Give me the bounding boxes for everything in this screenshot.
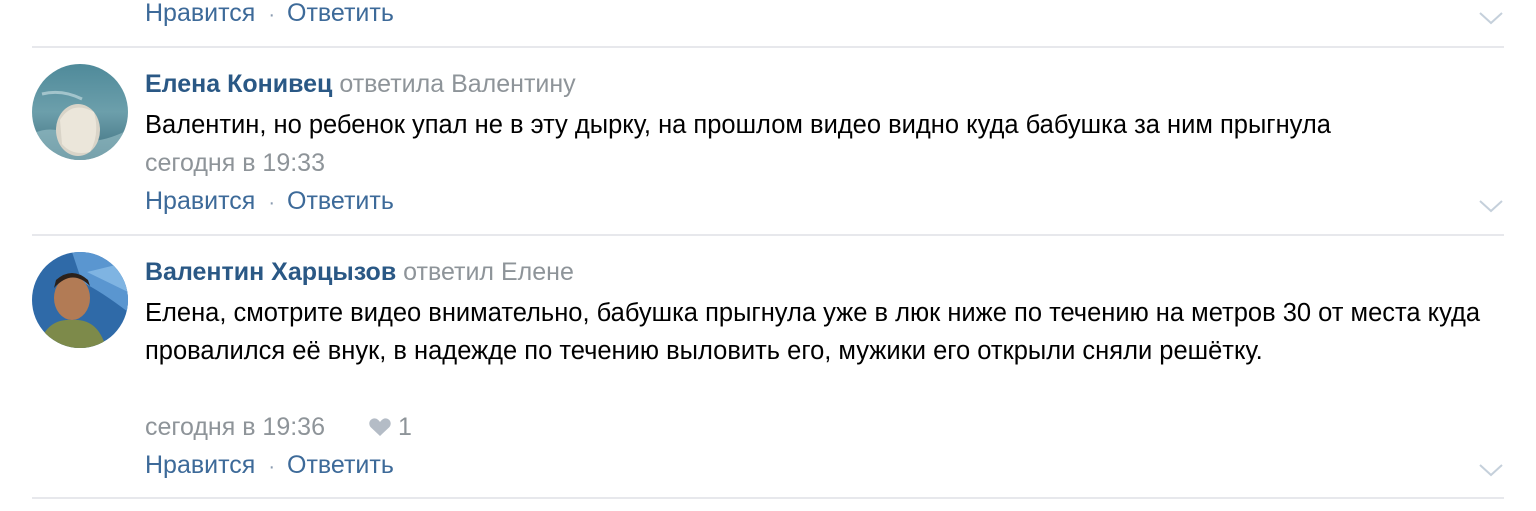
- like-button[interactable]: Нравится: [145, 451, 255, 479]
- avatar[interactable]: [32, 64, 128, 160]
- divider: [32, 234, 1504, 236]
- chevron-down-icon[interactable]: [1478, 11, 1504, 25]
- comment-header: Валентин Харцызов ответил Елене: [145, 256, 574, 288]
- reply-to-label[interactable]: ответил Елене: [403, 258, 574, 286]
- comment-timestamp[interactable]: сегодня в 19:36: [145, 413, 325, 441]
- like-button[interactable]: Нравится: [145, 187, 255, 215]
- comment-meta: сегодня в 19:33: [145, 148, 325, 178]
- comment-actions: Нравится · Ответить: [145, 0, 394, 30]
- divider: [32, 497, 1504, 499]
- author-name[interactable]: Валентин Харцызов: [145, 258, 396, 286]
- like-button[interactable]: Нравится: [145, 0, 255, 27]
- reply-button[interactable]: Ответить: [287, 0, 394, 27]
- divider: [32, 46, 1504, 48]
- actions-separator: ·: [268, 4, 275, 26]
- chevron-down-icon[interactable]: [1478, 463, 1504, 477]
- heart-icon: [369, 418, 391, 436]
- reply-button[interactable]: Ответить: [287, 451, 394, 479]
- comment-meta: сегодня в 19:36 1: [145, 412, 412, 442]
- comment-actions: Нравится · Ответить: [145, 186, 394, 218]
- reply-button[interactable]: Ответить: [287, 187, 394, 215]
- actions-separator: ·: [268, 456, 275, 478]
- comment-text: Елена, смотрите видео внимательно, бабуш…: [145, 299, 1481, 365]
- comment-header: Елена Конивец ответила Валентину: [145, 68, 576, 100]
- avatar[interactable]: [32, 252, 128, 348]
- comment-timestamp[interactable]: сегодня в 19:33: [145, 149, 325, 177]
- actions-separator: ·: [268, 192, 275, 214]
- chevron-down-icon[interactable]: [1478, 199, 1504, 213]
- author-name[interactable]: Елена Конивец: [145, 70, 332, 98]
- comment-text: Валентин, но ребенок упал не в эту дырку…: [145, 111, 1331, 139]
- likes-count: 1: [397, 413, 412, 441]
- comment-actions: Нравится · Ответить: [145, 450, 394, 482]
- likes-counter[interactable]: 1: [368, 413, 412, 441]
- reply-to-label[interactable]: ответила Валентину: [339, 70, 575, 98]
